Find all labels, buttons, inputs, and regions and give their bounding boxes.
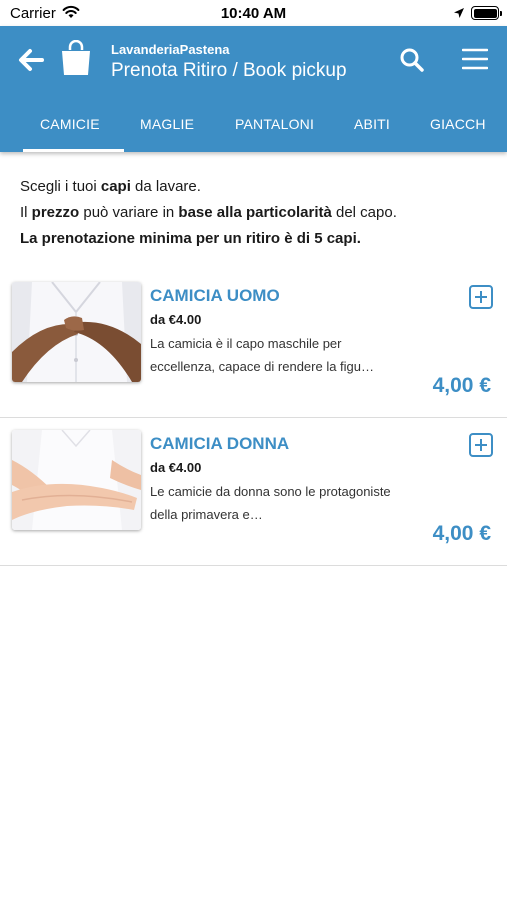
product-item[interactable]: CAMICIA DONNA da €4.00 Le camicie da don…	[0, 418, 507, 566]
search-icon[interactable]	[399, 47, 425, 73]
intro-text-span: da lavare.	[130, 178, 201, 195]
tab-abiti[interactable]: ABITI	[354, 116, 390, 132]
intro-text-span: Scegli i tuoi	[20, 178, 101, 195]
product-price: 4,00 €	[432, 374, 491, 397]
product-image	[12, 282, 141, 382]
product-description: La camicia è il capo maschile per eccell…	[150, 336, 375, 374]
product-name: CAMICIA UOMO	[150, 286, 280, 305]
add-plus-icon[interactable]	[469, 285, 493, 309]
intro-text-span: può variare in	[79, 204, 179, 221]
app-name: LavanderiaPastena	[111, 42, 230, 57]
active-tab-indicator	[23, 149, 124, 152]
product-image	[12, 430, 141, 530]
intro-bold: capi	[100, 178, 131, 195]
tab-pantaloni[interactable]: PANTALONI	[235, 116, 314, 132]
intro-bold: La prenotazione minima per un ritiro è d…	[20, 230, 361, 247]
app-header: LavanderiaPastena Prenota Ritiro / Book …	[0, 26, 507, 152]
clock: 10:40 AM	[220, 5, 287, 22]
page-title: Prenota Ritiro / Book pickup	[111, 60, 347, 81]
intro-text: Scegli i tuoi capi da lavare. Il prezzo …	[20, 174, 490, 252]
intro-line-3: La prenotazione minima per un ritiro è d…	[20, 226, 490, 252]
intro-text-span: del capo.	[331, 204, 397, 221]
intro-bold: base alla particolarità	[178, 204, 332, 221]
product-from-price: da €4.00	[150, 312, 202, 327]
intro-text-span: Il	[20, 204, 32, 221]
product-description: Le camicie da donna sono le protagoniste…	[150, 484, 391, 522]
intro-line-1: Scegli i tuoi capi da lavare.	[20, 174, 490, 200]
product-from-price: da €4.00	[150, 460, 202, 475]
category-tabs: CAMICIE MAGLIE PANTALONI ABITI GIACCH	[0, 104, 507, 152]
back-arrow-icon[interactable]	[18, 46, 46, 74]
add-plus-icon[interactable]	[469, 433, 493, 457]
tab-giacche[interactable]: GIACCH	[430, 116, 486, 132]
location-arrow-icon	[453, 6, 465, 24]
tab-maglie[interactable]: MAGLIE	[140, 116, 194, 132]
shopping-bag-icon	[60, 39, 92, 76]
product-item[interactable]: CAMICIA UOMO da €4.00 La camicia è il ca…	[0, 270, 507, 418]
tab-camicie[interactable]: CAMICIE	[40, 116, 100, 132]
battery-icon	[471, 6, 502, 20]
intro-line-2: Il prezzo può variare in base alla parti…	[20, 200, 490, 226]
product-name: CAMICIA DONNA	[150, 434, 290, 453]
product-price: 4,00 €	[432, 522, 491, 545]
status-bar: Carrier 10:40 AM	[0, 0, 507, 26]
hamburger-menu-icon[interactable]	[461, 48, 489, 70]
intro-bold: prezzo	[31, 204, 80, 221]
